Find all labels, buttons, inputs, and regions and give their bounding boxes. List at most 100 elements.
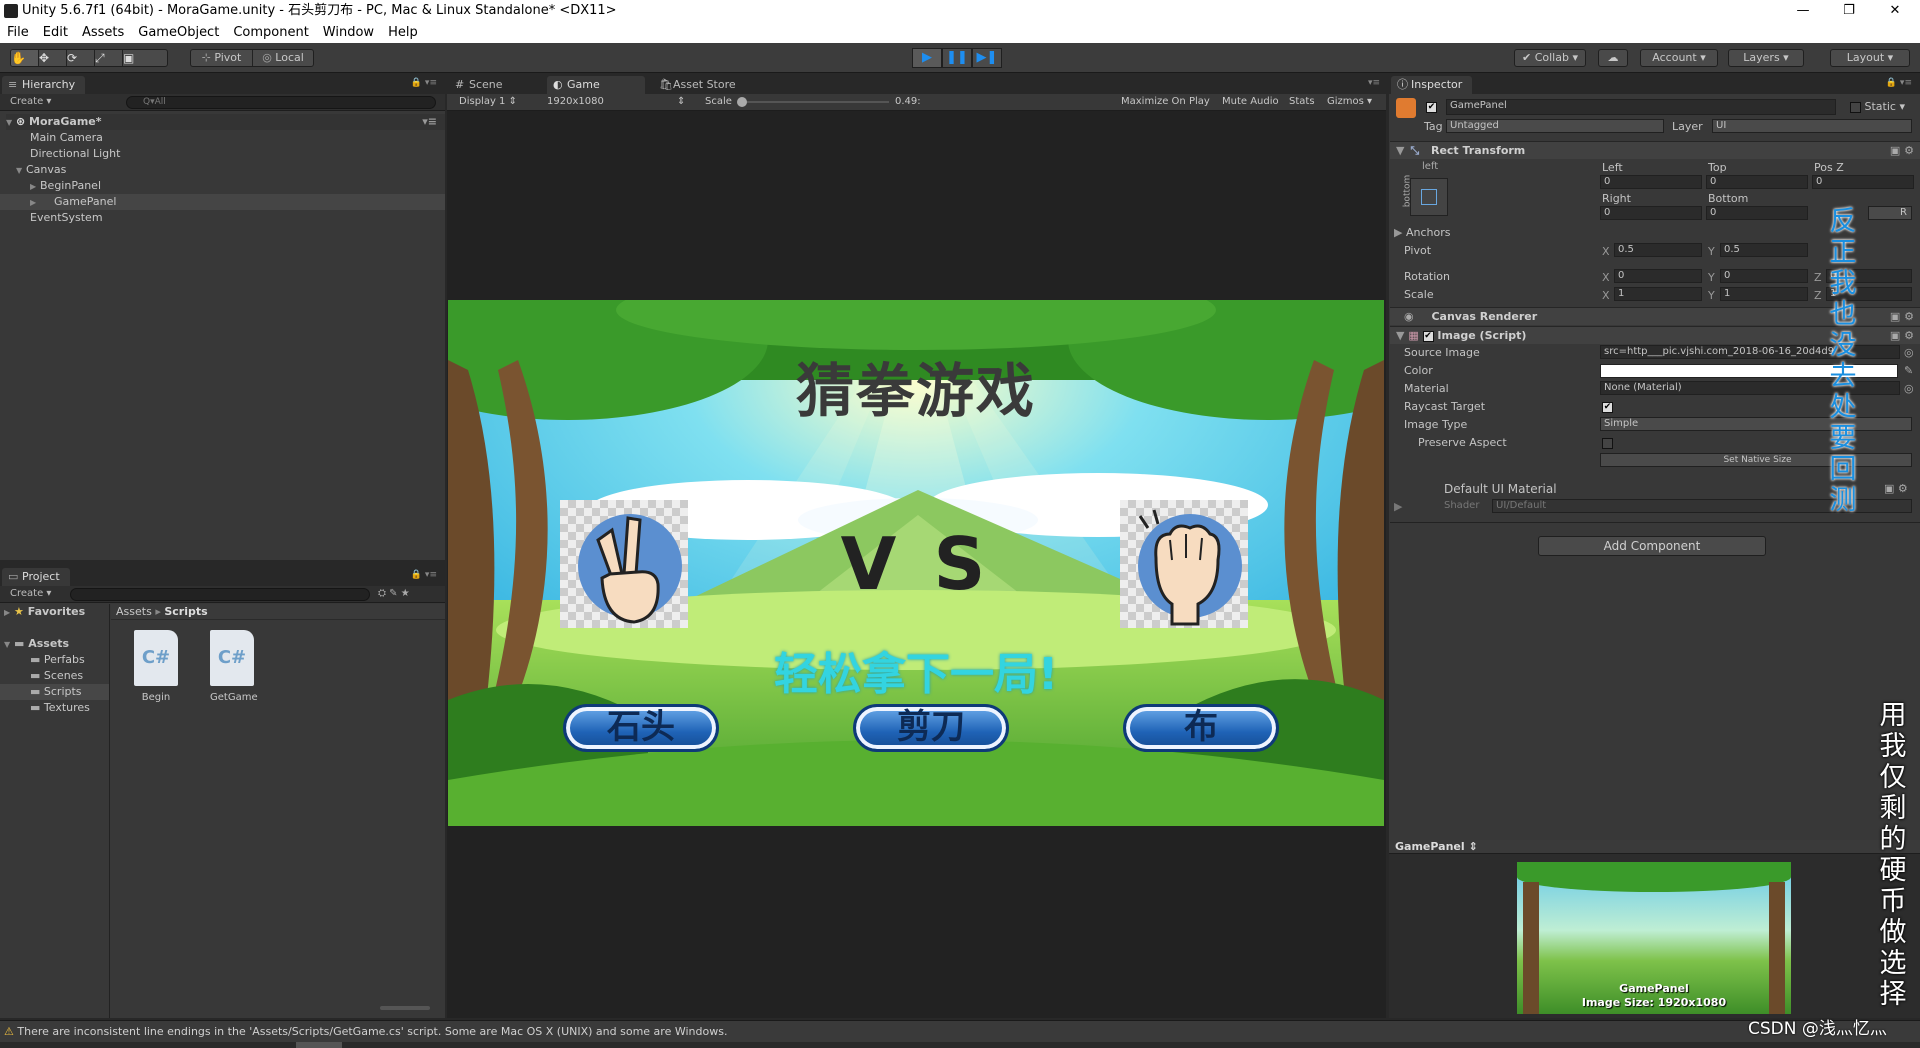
pivot-button[interactable]: ⊹ Pivot bbox=[191, 50, 253, 66]
pivot-x-field[interactable]: 0.5 bbox=[1614, 243, 1702, 257]
account-dropdown[interactable]: Account ▾ bbox=[1640, 49, 1718, 67]
scale-x-field[interactable]: 1 bbox=[1614, 287, 1702, 301]
view-menu-icon[interactable]: ▾≡ bbox=[1368, 78, 1380, 88]
shader-foldout-icon[interactable]: ▶ bbox=[1394, 500, 1402, 513]
inspector-menu-icon[interactable]: 🔒 ▾≡ bbox=[1886, 78, 1912, 88]
object-picker-icon[interactable]: ◎ bbox=[1904, 346, 1914, 359]
hand-tool-icon[interactable]: ✋ bbox=[11, 50, 39, 66]
top-field[interactable]: 0 bbox=[1706, 175, 1808, 189]
raw-edit-button[interactable]: R bbox=[1868, 206, 1912, 220]
assets-item[interactable]: ▼ ▬ Assets bbox=[4, 636, 69, 652]
rot-y-field[interactable]: 0 bbox=[1720, 269, 1808, 283]
scale-y-field[interactable]: 1 bbox=[1720, 287, 1808, 301]
expand-triangle-icon[interactable]: ▼ bbox=[6, 115, 16, 131]
tab-project[interactable]: ▭ Project bbox=[2, 568, 70, 586]
paper-button[interactable]: 布 bbox=[1123, 704, 1279, 752]
checkbox-checked[interactable]: ✔ bbox=[1602, 401, 1613, 413]
expand-triangle-icon[interactable]: ▼ bbox=[16, 163, 26, 179]
scene-menu-icon[interactable]: ▾≡ bbox=[422, 114, 437, 130]
zoom-slider[interactable] bbox=[380, 1006, 430, 1010]
breadcrumb-scripts[interactable]: Scripts bbox=[164, 605, 207, 618]
hierarchy-item-canvas[interactable]: ▼ Canvas bbox=[16, 162, 66, 178]
hierarchy-search-input[interactable]: Q▾All bbox=[126, 96, 436, 109]
collapse-triangle-icon[interactable]: ▼ bbox=[1396, 329, 1404, 342]
hierarchy-item-gamepanel[interactable]: ▶ GamePanel bbox=[0, 194, 445, 210]
menu-file[interactable]: File bbox=[0, 22, 36, 43]
object-name-field[interactable]: GamePanel bbox=[1446, 99, 1836, 115]
display-dropdown[interactable]: Display 1 ⇕ bbox=[459, 94, 517, 110]
hierarchy-item-directional-light[interactable]: Directional Light bbox=[30, 146, 120, 162]
scissors-button[interactable]: 剪刀 bbox=[853, 704, 1009, 752]
cloud-button[interactable]: ☁ bbox=[1598, 49, 1628, 67]
hierarchy-item-main-camera[interactable]: Main Camera bbox=[30, 130, 103, 146]
checkbox-checked[interactable]: ✔ bbox=[1426, 101, 1437, 113]
collab-button[interactable]: ✔ Collab ▾ bbox=[1514, 49, 1586, 67]
hierarchy-item-eventsystem[interactable]: EventSystem bbox=[30, 210, 103, 226]
menu-gameobject[interactable]: GameObject bbox=[131, 22, 226, 43]
pause-button[interactable]: ❚❚ bbox=[942, 48, 972, 68]
play-button[interactable]: ▶ bbox=[912, 48, 942, 68]
menu-help[interactable]: Help bbox=[381, 22, 425, 43]
breadcrumb-assets[interactable]: Assets bbox=[116, 605, 152, 618]
project-menu-icon[interactable]: 🔒 ▾≡ bbox=[411, 570, 437, 580]
tab-hierarchy[interactable]: ≡ Hierarchy bbox=[2, 76, 86, 94]
favorites-item[interactable]: ▶ ★ Favorites bbox=[4, 604, 85, 620]
add-component-button[interactable]: Add Component bbox=[1538, 536, 1766, 556]
scale-slider[interactable] bbox=[737, 97, 889, 107]
project-create-button[interactable]: Create ▾ bbox=[10, 586, 51, 602]
menu-assets[interactable]: Assets bbox=[75, 22, 131, 43]
left-field[interactable]: 0 bbox=[1600, 175, 1702, 189]
collapse-triangle-icon[interactable]: ▶ bbox=[4, 605, 14, 621]
image-enabled-checkbox[interactable]: ✔ bbox=[1422, 330, 1434, 342]
tag-dropdown[interactable]: Untagged bbox=[1446, 119, 1664, 133]
preserve-aspect-checkbox[interactable] bbox=[1602, 436, 1613, 449]
folder-scripts[interactable]: ▬ Scripts bbox=[0, 684, 109, 700]
expand-triangle-icon[interactable]: ▼ bbox=[4, 637, 14, 653]
static-toggle[interactable]: Static ▾ bbox=[1850, 100, 1905, 113]
maximize-button[interactable]: ❐ bbox=[1826, 0, 1872, 22]
rect-tool-icon[interactable]: ▣ bbox=[123, 50, 151, 66]
component-settings-icon[interactable]: ▣ ⚙ bbox=[1890, 142, 1914, 159]
anchor-presets-button[interactable] bbox=[1410, 178, 1448, 216]
component-settings-icon[interactable]: ▣ ⚙ bbox=[1890, 308, 1914, 325]
local-button[interactable]: ◎ Local bbox=[253, 50, 313, 66]
rect-transform-header[interactable]: ▼ ⤡ Rect Transform ▣ ⚙ bbox=[1390, 141, 1920, 159]
folder-scenes[interactable]: ▬ Scenes bbox=[30, 668, 83, 684]
collapse-triangle-icon[interactable]: ▶ bbox=[0, 195, 36, 211]
panel-menu-icon[interactable]: 🔒 ▾≡ bbox=[411, 78, 437, 88]
filter-icons[interactable]: ⛭ ✎ ★ bbox=[378, 586, 410, 602]
collapse-triangle-icon[interactable]: ▶ bbox=[30, 179, 40, 195]
stats-toggle[interactable]: Stats bbox=[1289, 94, 1315, 110]
rock-button[interactable]: 石头 bbox=[563, 704, 719, 752]
preview-header[interactable]: GamePanel ⇕ bbox=[1389, 840, 1920, 854]
layer-dropdown[interactable]: UI bbox=[1712, 119, 1912, 133]
collapse-triangle-icon[interactable]: ▼ bbox=[1396, 144, 1404, 157]
hierarchy-create-button[interactable]: Create ▾ bbox=[10, 94, 51, 110]
posz-field[interactable]: 0 bbox=[1812, 175, 1914, 189]
checkbox-unchecked[interactable] bbox=[1602, 437, 1613, 449]
folder-perfabs[interactable]: ▬ Perfabs bbox=[30, 652, 85, 668]
scale-tool-icon[interactable]: ⤢ bbox=[95, 50, 123, 66]
status-bar[interactable]: ⚠ There are inconsistent line endings in… bbox=[0, 1020, 1920, 1042]
object-picker-icon[interactable]: ◎ bbox=[1904, 382, 1914, 395]
scroll-thumb[interactable] bbox=[296, 1042, 342, 1048]
component-settings-icon[interactable]: ▣ ⚙ bbox=[1890, 327, 1914, 344]
rot-x-field[interactable]: 0 bbox=[1614, 269, 1702, 283]
hierarchy-item-beginpanel[interactable]: ▶ BeginPanel bbox=[30, 178, 101, 194]
step-button[interactable]: ▶❚ bbox=[972, 48, 1002, 68]
close-button[interactable]: ✕ bbox=[1872, 0, 1918, 22]
file-begin[interactable]: C# Begin bbox=[134, 630, 182, 706]
raycast-checkbox[interactable]: ✔ bbox=[1602, 400, 1613, 413]
gizmos-dropdown[interactable]: Gizmos ▾ bbox=[1327, 94, 1372, 110]
menu-window[interactable]: Window bbox=[316, 22, 381, 43]
move-tool-icon[interactable]: ✥ bbox=[39, 50, 67, 66]
menu-component[interactable]: Component bbox=[226, 22, 315, 43]
scale-slider-thumb[interactable] bbox=[737, 97, 747, 107]
tab-asset-store[interactable]: 🛍 Asset Store bbox=[653, 76, 746, 94]
anchors-foldout[interactable]: ▶ Anchors bbox=[1394, 226, 1450, 239]
eyedropper-icon[interactable]: ✎ bbox=[1904, 364, 1913, 377]
scene-root[interactable]: ▼ ⊛ MoraGame* ▾≡ bbox=[6, 114, 445, 130]
mute-audio-toggle[interactable]: Mute Audio bbox=[1222, 94, 1279, 110]
project-search-input[interactable] bbox=[70, 588, 370, 601]
bottom-field[interactable]: 0 bbox=[1706, 206, 1808, 220]
